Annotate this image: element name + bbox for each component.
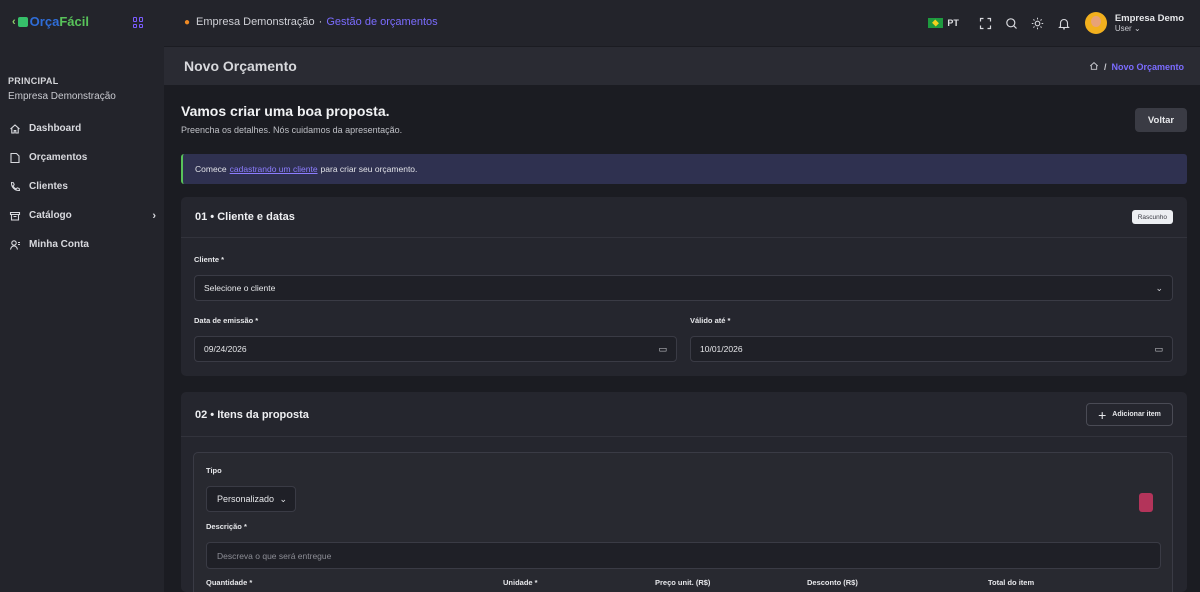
fire-icon: ● [184, 16, 191, 28]
topbar: ● Empresa Demonstração · Gestão de orçam… [164, 0, 1200, 46]
hero-title: Vamos criar uma boa proposta. [181, 103, 390, 119]
add-item-label: Adicionar item [1112, 411, 1161, 418]
brazil-flag-icon[interactable] [928, 18, 944, 28]
logo-box-icon [17, 16, 28, 27]
user-icon [8, 238, 22, 252]
top-module-link[interactable]: Gestão de orçamentos [326, 16, 437, 28]
chevron-down-icon: ⌄ [279, 494, 287, 504]
card-title: 02 • Itens da proposta [195, 409, 309, 421]
type-select-value: Personalizado [217, 494, 275, 504]
sidebar: ‹ Orça Fácil PRINCIPAL Empresa Demonstra… [0, 0, 164, 592]
column-discount: Desconto (R$) [807, 578, 858, 587]
top-actions: PT Empresa Demo User ⌄ [928, 10, 1184, 36]
sidebar-item-orcamentos[interactable]: Orçamentos [8, 143, 156, 172]
menu-grid-icon[interactable] [133, 17, 144, 28]
sidebar-item-label: Dashboard [29, 123, 82, 134]
type-label: Tipo [206, 466, 222, 475]
home-icon[interactable] [1089, 61, 1099, 73]
issue-date-field[interactable]: 09/24/2026 ▭ [194, 336, 677, 362]
sidebar-company-name: Empresa Demonstração [8, 91, 116, 102]
issue-date-value: 09/24/2026 [204, 344, 247, 354]
register-client-link[interactable]: cadastrando um cliente [230, 164, 318, 174]
fullscreen-icon[interactable] [973, 10, 999, 36]
delete-item-button[interactable] [1139, 493, 1153, 512]
column-unit: Unidade * [503, 578, 538, 587]
chevron-right-icon: › [152, 209, 156, 222]
card-header: 01 • Cliente e datas Rascunho [181, 197, 1187, 238]
avatar[interactable] [1084, 12, 1107, 34]
search-icon[interactable] [999, 10, 1025, 36]
top-company-name: Empresa Demonstração [196, 16, 315, 28]
bell-icon[interactable] [1051, 10, 1077, 36]
sidebar-item-label: Catálogo [29, 210, 72, 221]
valid-until-field[interactable]: 10/01/2026 ▭ [690, 336, 1173, 362]
column-quantity: Quantidade * [206, 578, 253, 587]
client-select[interactable]: Selecione o cliente ⌄ [194, 275, 1173, 301]
add-item-button[interactable]: + Adicionar item [1086, 403, 1173, 426]
item-row-panel [193, 452, 1173, 592]
back-button[interactable]: Voltar [1135, 108, 1187, 132]
alert-text-before: Comece [195, 164, 227, 174]
hero-subtitle: Preencha os detalhes. Nós cuidamos da ap… [181, 125, 403, 135]
alert-text-after: para criar seu orçamento. [320, 164, 418, 174]
info-alert: Comece cadastrando um cliente para criar… [181, 154, 1187, 184]
brand-name-part1: Orça [29, 14, 60, 29]
user-name: Empresa Demo [1114, 13, 1184, 24]
column-unit-price: Preço unit. (R$) [655, 578, 711, 587]
sidebar-item-label: Minha Conta [29, 239, 89, 250]
sidebar-item-label: Orçamentos [29, 152, 88, 163]
language-selector[interactable]: PT [947, 18, 959, 28]
sidebar-item-catalogo[interactable]: Catálogo › [8, 201, 156, 230]
user-menu[interactable]: Empresa Demo User ⌄ [1115, 13, 1184, 33]
description-input[interactable]: Descreva o que será entregue [206, 542, 1161, 569]
sidebar-section-title: PRINCIPAL [8, 76, 59, 86]
breadcrumb-current: Novo Orçamento [1111, 62, 1184, 72]
sidebar-nav: Dashboard Orçamentos Clientes Catálogo › [8, 114, 156, 259]
card-title: 01 • Cliente e datas [195, 211, 295, 223]
box-icon [8, 209, 22, 223]
status-badge: Rascunho [1131, 210, 1173, 224]
valid-until-label: Válido até * [690, 316, 731, 325]
user-role: User ⌄ [1114, 24, 1141, 33]
column-item-total: Total do item [988, 578, 1035, 587]
calendar-icon[interactable]: ▭ [658, 344, 667, 355]
document-icon [8, 151, 22, 165]
home-icon [8, 122, 22, 136]
logo-arrow-icon: ‹ [12, 15, 16, 28]
description-label: Descrição * [206, 522, 247, 531]
client-select-value: Selecione o cliente [204, 283, 276, 293]
card-header: 02 • Itens da proposta + Adicionar item [181, 392, 1187, 437]
sidebar-item-minha-conta[interactable]: Minha Conta [8, 230, 156, 259]
breadcrumb-separator: / [1103, 62, 1107, 72]
calendar-icon[interactable]: ▭ [1154, 344, 1163, 355]
page-title: Novo Orçamento [184, 58, 297, 74]
issue-date-label: Data de emissão * [194, 316, 259, 325]
sun-icon[interactable] [1025, 10, 1051, 36]
breadcrumb: / Novo Orçamento [1089, 61, 1184, 73]
valid-until-value: 10/01/2026 [700, 344, 743, 354]
brand-name-part2: Fácil [59, 14, 89, 29]
chevron-down-icon: ⌄ [1155, 283, 1163, 293]
sidebar-item-dashboard[interactable]: Dashboard [8, 114, 156, 143]
type-select[interactable]: Personalizado ⌄ [206, 486, 296, 512]
sidebar-item-clientes[interactable]: Clientes [8, 172, 156, 201]
brand-logo[interactable]: ‹ Orça Fácil [12, 14, 89, 29]
top-separator: · [318, 16, 323, 28]
page-header: Novo Orçamento / Novo Orçamento [164, 47, 1200, 85]
sidebar-item-label: Clientes [29, 181, 68, 192]
phone-icon [8, 180, 22, 194]
plus-icon: + [1098, 406, 1107, 423]
top-breadcrumb: ● Empresa Demonstração · Gestão de orçam… [184, 16, 438, 28]
client-label: Cliente * [194, 255, 225, 264]
description-placeholder: Descreva o que será entregue [217, 550, 332, 561]
